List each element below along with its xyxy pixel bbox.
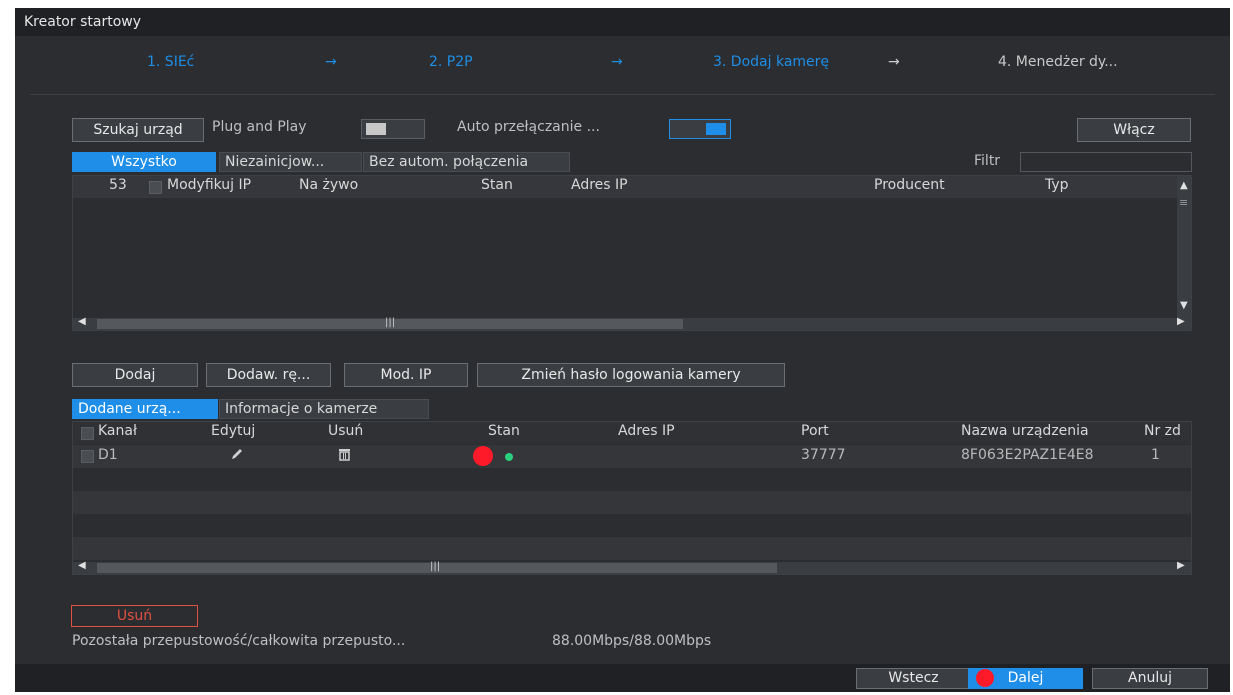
trash-icon[interactable] bbox=[338, 447, 351, 465]
status-online-dot bbox=[505, 453, 513, 461]
row-checkbox[interactable] bbox=[81, 450, 94, 463]
column-port: Port bbox=[801, 423, 829, 439]
toggle-knob bbox=[706, 123, 726, 135]
found-devices-vertical-scrollbar[interactable]: ▲ ≡ ▼ bbox=[1177, 176, 1191, 318]
column-ip-address: Adres IP bbox=[571, 177, 628, 193]
column-channel: Kanał bbox=[98, 423, 137, 439]
tab-no-auto-connect[interactable]: Bez autom. połączenia bbox=[363, 152, 570, 172]
filter-label: Filtr bbox=[974, 153, 1001, 169]
cancel-button[interactable]: Anuluj bbox=[1092, 668, 1208, 689]
step-disk-manager[interactable]: 4. Menedżer dy... bbox=[998, 54, 1118, 70]
found-devices-header: 53 Modyfikuj IP Na żywo Stan Adres IP Pr… bbox=[73, 176, 1191, 198]
found-devices-table: 53 Modyfikuj IP Na żywo Stan Adres IP Pr… bbox=[72, 175, 1192, 331]
scroll-right-icon[interactable]: ▶ bbox=[1177, 316, 1185, 327]
step-arrow-icon: → bbox=[888, 54, 900, 70]
column-device-name: Nazwa urządzenia bbox=[961, 423, 1089, 439]
column-modify-ip: Modyfikuj IP bbox=[167, 177, 252, 193]
manual-add-button[interactable]: Dodaw. rę... bbox=[206, 363, 331, 387]
added-devices-horizontal-scrollbar[interactable]: ◀ ||| ▶ bbox=[73, 560, 1191, 574]
found-devices-horizontal-scrollbar[interactable]: ◀ ||| ▶ bbox=[73, 316, 1191, 330]
added-devices-header: Kanał Edytuj Usuń Stan Adres IP Port Naz… bbox=[73, 422, 1191, 444]
plug-and-play-label: Plug and Play bbox=[212, 119, 307, 135]
filter-input[interactable] bbox=[1020, 152, 1192, 172]
scroll-grip-icon: ≡ bbox=[1179, 196, 1189, 209]
column-ip-address: Adres IP bbox=[618, 423, 675, 439]
step-arrow-icon: → bbox=[611, 54, 623, 70]
auto-switch-label: Auto przełączanie ... bbox=[457, 119, 600, 135]
device-name-cell: 8F063E2PAZ1E4E8 bbox=[961, 447, 1094, 463]
device-count: 53 bbox=[109, 177, 127, 193]
scroll-left-icon[interactable]: ◀ bbox=[78, 316, 86, 327]
delete-button[interactable]: Usuń bbox=[71, 605, 198, 627]
scroll-up-icon[interactable]: ▲ bbox=[1180, 180, 1188, 191]
bandwidth-label: Pozostała przepustowość/całkowita przepu… bbox=[72, 633, 406, 649]
scroll-grip-icon: ||| bbox=[385, 317, 396, 328]
step-arrow-icon: → bbox=[325, 54, 337, 70]
step-p2p[interactable]: 2. P2P bbox=[429, 54, 473, 70]
modify-ip-button[interactable]: Mod. IP bbox=[344, 363, 468, 387]
channel-cell: D1 bbox=[98, 447, 118, 463]
tab-camera-info[interactable]: Informacje o kamerze bbox=[219, 399, 429, 419]
back-button[interactable]: Wstecz bbox=[856, 668, 971, 689]
pencil-icon[interactable] bbox=[230, 447, 244, 465]
toggle-knob bbox=[366, 123, 386, 135]
column-live: Na żywo bbox=[299, 177, 359, 193]
column-edit: Edytuj bbox=[211, 423, 256, 439]
enable-button[interactable]: Włącz bbox=[1077, 118, 1191, 142]
column-manufacturer: Producent bbox=[874, 177, 945, 193]
nr-cell: 1 bbox=[1151, 447, 1160, 463]
empty-row bbox=[73, 491, 1191, 514]
plug-and-play-toggle[interactable] bbox=[361, 119, 425, 139]
step-add-camera[interactable]: 3. Dodaj kamerę bbox=[713, 54, 829, 70]
footer-bar: Wstecz Dalej Anuluj bbox=[15, 664, 1230, 692]
column-status: Stan bbox=[488, 423, 520, 439]
column-delete: Usuń bbox=[328, 423, 364, 439]
select-all-checkbox[interactable] bbox=[149, 181, 162, 194]
steps-divider bbox=[30, 94, 1215, 95]
column-status: Stan bbox=[481, 177, 513, 193]
select-all-checkbox[interactable] bbox=[81, 427, 94, 440]
window-title: Kreator startowy bbox=[15, 8, 1230, 36]
empty-row bbox=[73, 537, 1191, 560]
add-button[interactable]: Dodaj bbox=[72, 363, 198, 387]
search-device-button[interactable]: Szukaj urząd bbox=[72, 118, 204, 142]
change-camera-password-button[interactable]: Zmień hasło logowania kamery bbox=[477, 363, 785, 387]
startup-wizard-window: Kreator startowy 1. SIEć → 2. P2P → 3. D… bbox=[15, 8, 1230, 692]
marker-dot bbox=[976, 669, 994, 687]
step-network[interactable]: 1. SIEć bbox=[147, 54, 194, 70]
scroll-left-icon[interactable]: ◀ bbox=[78, 560, 86, 571]
auto-switch-toggle[interactable] bbox=[669, 119, 731, 139]
marker-dot bbox=[473, 446, 493, 466]
port-cell: 37777 bbox=[801, 447, 846, 463]
column-type: Typ bbox=[1045, 177, 1069, 193]
column-nr: Nr zd bbox=[1144, 423, 1181, 439]
tab-added-devices[interactable]: Dodane urzą... bbox=[72, 399, 218, 419]
scroll-grip-icon: ||| bbox=[430, 561, 441, 572]
added-devices-table: Kanał Edytuj Usuń Stan Adres IP Port Naz… bbox=[72, 421, 1192, 575]
bandwidth-value: 88.00Mbps/88.00Mbps bbox=[552, 633, 712, 649]
tab-all[interactable]: Wszystko bbox=[72, 152, 216, 172]
scroll-right-icon[interactable]: ▶ bbox=[1177, 560, 1185, 571]
table-row[interactable]: D1 37777 8F063E2PAZ1E4E8 1 bbox=[73, 445, 1191, 468]
tab-uninitialized[interactable]: Niezainicjow... bbox=[219, 152, 362, 172]
scroll-down-icon[interactable]: ▼ bbox=[1180, 300, 1188, 311]
wizard-steps: 1. SIEć → 2. P2P → 3. Dodaj kamerę → 4. … bbox=[15, 54, 1230, 80]
